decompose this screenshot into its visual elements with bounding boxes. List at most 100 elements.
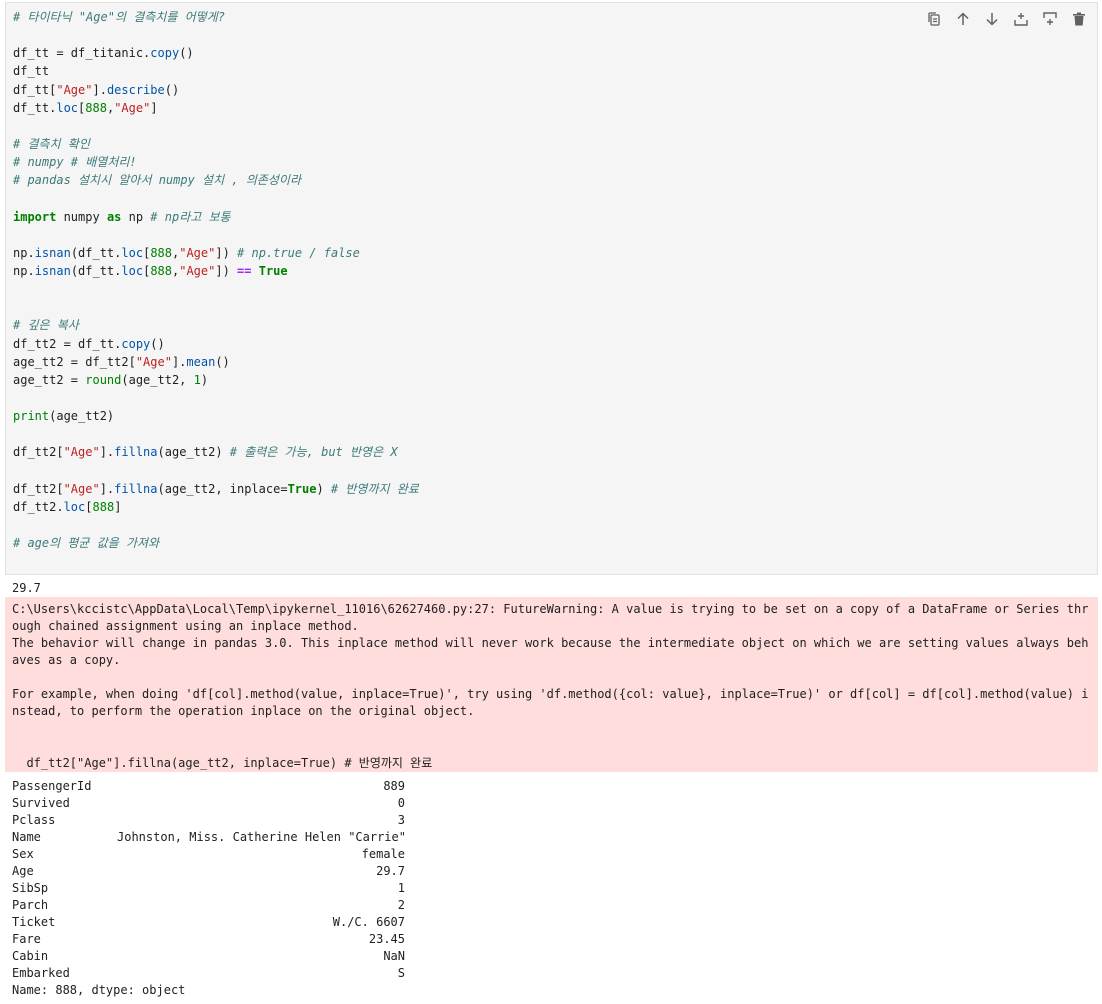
code-token: (df_tt. [70, 263, 122, 278]
code-token: "Age" [63, 481, 100, 496]
series-key: Embarked [12, 966, 70, 980]
cell-toolbar [924, 9, 1089, 29]
warning-source-line: df_tt2["Age"].fillna(age_tt2, inplace=Tr… [12, 756, 433, 770]
code-token: numpy [56, 209, 107, 224]
code-token: np. [13, 245, 35, 260]
series-key: Age [12, 864, 34, 878]
code-line: df_tt.loc[888,"Age"] [13, 99, 419, 117]
code-token: df_tt2[ [13, 445, 64, 460]
code-token: ) [316, 481, 331, 496]
series-row: Pclass 3 [12, 812, 405, 829]
code-token: ) [200, 372, 209, 387]
code-token: "Age" [135, 354, 172, 369]
code-token: ] [150, 100, 158, 115]
code-line: df_tt = df_titanic.copy() [13, 44, 419, 62]
insert-above-icon[interactable] [1011, 9, 1031, 29]
code-line: df_tt2.loc[888] [13, 498, 419, 516]
series-row: Embarked S [12, 965, 405, 982]
series-value: Johnston, Miss. Catherine Helen "Carrie" [117, 830, 406, 844]
series-row: Cabin NaN [12, 948, 405, 965]
code-token: True [258, 263, 288, 278]
code-token: # 반영까지 완료 [330, 481, 419, 496]
code-line: # 결측치 확인 [13, 135, 419, 153]
series-value: 29.7 [376, 864, 405, 878]
code-token: fillna [114, 445, 158, 460]
warning-message: C:\Users\kccistc\AppData\Local\Temp\ipyk… [12, 602, 1089, 718]
code-line: # pandas 설치시 알아서 numpy 설치 , 의존성이라 [13, 171, 419, 189]
code-token: (age_tt2) [49, 409, 115, 424]
series-row: Survived 0 [12, 795, 405, 812]
series-row: Sex female [12, 846, 405, 863]
code-token: fillna [114, 481, 158, 496]
code-token: True [287, 481, 317, 496]
series-key: Sex [12, 847, 34, 861]
code-editor[interactable]: # 타이타닉 "Age"의 결측치를 어떻게? df_tt = df_titani… [13, 8, 419, 552]
series-row: Ticket W./C. 6607 [12, 914, 405, 931]
code-line: df_tt2["Age"].fillna(age_tt2, inplace=Tr… [13, 480, 419, 498]
series-value: W./C. 6607 [332, 915, 405, 929]
code-token: "Age" [63, 445, 100, 460]
code-token: describe [106, 82, 165, 97]
series-row: Name Johnston, Miss. Catherine Helen "Car… [12, 829, 406, 846]
move-up-icon[interactable] [953, 9, 973, 29]
code-token: 888 [85, 100, 107, 115]
code-line: df_tt [13, 62, 419, 80]
warning-output: C:\Users\kccistc\AppData\Local\Temp\ipyk… [5, 597, 1098, 772]
code-token: ]. [171, 354, 187, 369]
code-token: "Age" [179, 263, 216, 278]
code-line: import numpy as np # np라고 보통 [13, 208, 419, 226]
move-down-icon[interactable] [982, 9, 1002, 29]
series-row: Fare 23.45 [12, 931, 405, 948]
code-token: # 깊은 복사 [13, 318, 79, 333]
code-token: # np라고 보통 [150, 209, 231, 224]
series-value: 3 [397, 813, 405, 827]
code-token: df_tt = df_titanic. [13, 46, 151, 61]
code-cell[interactable]: # 타이타닉 "Age"의 결측치를 어떻게? df_tt = df_titani… [5, 2, 1098, 575]
code-line: print(age_tt2) [13, 407, 419, 425]
code-token: "Age" [179, 245, 216, 260]
series-value: 2 [397, 898, 405, 912]
code-token: copy [121, 336, 151, 351]
insert-below-icon[interactable] [1040, 9, 1060, 29]
code-token: 888 [150, 263, 172, 278]
series-key: Fare [12, 932, 41, 946]
series-value: 23.45 [368, 932, 405, 946]
series-output: PassengerId 889 Survived 0 Pclass 3 Name Johnst… [12, 778, 406, 999]
code-token: age_tt2 = [13, 372, 86, 387]
series-key: Name [12, 830, 41, 844]
code-token: loc [121, 263, 144, 278]
code-token: () [150, 336, 165, 351]
code-token: (df_tt. [70, 245, 122, 260]
code-token: isnan [34, 245, 71, 260]
code-token: ]. [99, 445, 115, 460]
code-line: df_tt2 = df_tt.copy() [13, 335, 419, 353]
code-token: mean [186, 354, 216, 369]
delete-cell-icon[interactable] [1069, 9, 1089, 29]
series-value: 889 [383, 779, 405, 793]
code-line: df_tt["Age"].describe() [13, 81, 419, 99]
code-token: df_tt2. [13, 499, 64, 514]
series-key: Parch [12, 898, 49, 912]
code-line: age_tt2 = df_tt2["Age"].mean() [13, 353, 419, 371]
code-token: import [13, 209, 57, 224]
code-token: # np.true / false [237, 245, 360, 260]
code-token: (age_tt2, inplace= [157, 481, 288, 496]
series-row: Age 29.7 [12, 863, 405, 880]
code-token: "Age" [56, 82, 93, 97]
code-token: df_tt2 = df_tt. [13, 336, 122, 351]
print-output: 29.7 [12, 581, 41, 595]
code-line: # age의 평균 값을 가져와 [13, 534, 419, 552]
series-key: Ticket [12, 915, 56, 929]
code-token: () [179, 46, 194, 61]
code-token: ]. [92, 82, 107, 97]
code-line: df_tt2["Age"].fillna(age_tt2) # 출력은 가능, … [13, 443, 419, 461]
code-line: age_tt2 = round(age_tt2, 1) [13, 371, 419, 389]
copy-cell-icon[interactable] [924, 9, 944, 29]
code-token: loc [121, 245, 144, 260]
